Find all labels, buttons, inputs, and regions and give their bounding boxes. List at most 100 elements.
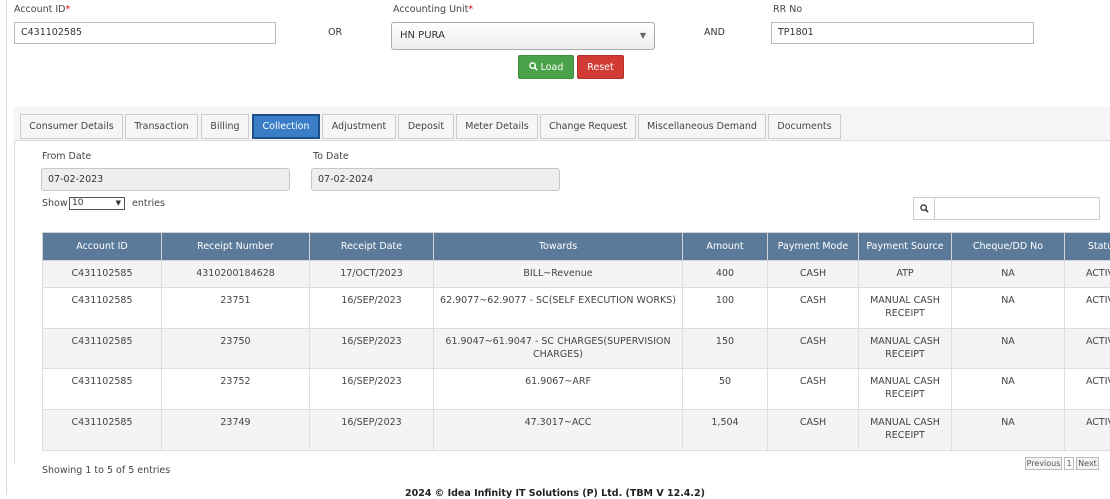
- table-cell: 23752: [162, 369, 310, 410]
- table-cell: C431102585: [43, 261, 162, 288]
- table-cell: 47.3017~ACC: [434, 410, 683, 451]
- column-header[interactable]: Cheque/DD No: [952, 233, 1065, 261]
- table-cell: NA: [952, 329, 1065, 369]
- table-row[interactable]: C431102585 4310200184628 17/OCT/2023 BIL…: [43, 261, 1110, 288]
- table-cell: 16/SEP/2023: [310, 369, 434, 410]
- table-cell: ACTIVE: [1065, 288, 1110, 329]
- table-row[interactable]: C431102585 23749 16/SEP/2023 47.3017~ACC…: [43, 410, 1110, 451]
- table-cell: 4310200184628: [162, 261, 310, 288]
- and-text: AND: [704, 27, 725, 38]
- column-header[interactable]: Receipt Date: [310, 233, 434, 261]
- table-cell: ACTIVE: [1065, 369, 1110, 410]
- tab-transaction[interactable]: Transaction: [125, 114, 198, 139]
- page-size-value: 10: [72, 198, 83, 208]
- table-cell: NA: [952, 288, 1065, 329]
- table-cell: 16/SEP/2023: [310, 329, 434, 369]
- table-cell: 100: [683, 288, 768, 329]
- tab-collection[interactable]: Collection: [252, 114, 320, 139]
- accounting-unit-select[interactable]: HN PURA ▼: [391, 22, 655, 50]
- table-cell: NA: [952, 369, 1065, 410]
- table-cell: 150: [683, 329, 768, 369]
- table-cell: C431102585: [43, 410, 162, 451]
- table-cell: 16/SEP/2023: [310, 410, 434, 451]
- dropdown-arrow-icon: ▼: [640, 23, 646, 49]
- table-cell: ACTIVE: [1065, 329, 1110, 369]
- table-cell: C431102585: [43, 369, 162, 410]
- table-search-input[interactable]: [913, 197, 1100, 220]
- table-cell: CASH: [768, 410, 859, 451]
- table-row[interactable]: C431102585 23751 16/SEP/2023 62.9077~62.…: [43, 288, 1110, 329]
- to-date-label: To Date: [313, 151, 349, 162]
- accounting-unit-label: Accounting Unit*: [393, 4, 473, 15]
- column-header[interactable]: Towards: [434, 233, 683, 261]
- load-button[interactable]: Load: [518, 55, 574, 79]
- tab-documents[interactable]: Documents: [768, 114, 841, 139]
- column-header[interactable]: Payment Mode: [768, 233, 859, 261]
- search-icon: [914, 198, 935, 219]
- table-cell: BILL~Revenue: [434, 261, 683, 288]
- table-cell: 62.9077~62.9077 - SC(SELF EXECUTION WORK…: [434, 288, 683, 329]
- table-cell: MANUAL CASH RECEIPT: [859, 369, 952, 410]
- from-date-label: From Date: [42, 151, 91, 162]
- entries-label: entries: [132, 198, 165, 209]
- table-cell: MANUAL CASH RECEIPT: [859, 410, 952, 451]
- tab-billing[interactable]: Billing: [201, 114, 249, 139]
- table-cell: 23750: [162, 329, 310, 369]
- column-header[interactable]: Amount: [683, 233, 768, 261]
- table-cell: CASH: [768, 329, 859, 369]
- table-cell: 1,504: [683, 410, 768, 451]
- table-cell: ACTIVE: [1065, 410, 1110, 451]
- table-cell: 16/SEP/2023: [310, 288, 434, 329]
- account-id-input[interactable]: C431102585: [14, 22, 276, 44]
- previous-page-button[interactable]: Previous: [1025, 457, 1062, 470]
- table-cell: 61.9067~ARF: [434, 369, 683, 410]
- tab-meter-details[interactable]: Meter Details: [456, 114, 538, 139]
- table-header-row: Account ID Receipt Number Receipt Date T…: [43, 233, 1110, 261]
- table-cell: C431102585: [43, 288, 162, 329]
- tab-change-request[interactable]: Change Request: [540, 114, 636, 139]
- table-cell: NA: [952, 410, 1065, 451]
- account-id-label: Account ID*: [14, 4, 70, 15]
- accounting-unit-value: HN PURA: [400, 30, 445, 41]
- table-cell: C431102585: [43, 329, 162, 369]
- page-size-select[interactable]: 10 ▼: [69, 197, 125, 210]
- page-1-button[interactable]: 1: [1064, 457, 1074, 470]
- footer-copyright: 2024 © Idea Infinity IT Solutions (P) Lt…: [0, 488, 1110, 499]
- table-info: Showing 1 to 5 of 5 entries: [42, 465, 170, 476]
- next-page-button[interactable]: Next: [1076, 457, 1099, 470]
- show-label: Show: [42, 198, 68, 209]
- reset-button[interactable]: Reset: [577, 55, 624, 79]
- column-header[interactable]: Status: [1065, 233, 1110, 261]
- collection-table: Account ID Receipt Number Receipt Date T…: [42, 232, 1110, 451]
- rr-no-input[interactable]: TP1801: [771, 22, 1034, 44]
- or-text: OR: [328, 27, 342, 38]
- from-date-input[interactable]: 07-02-2023: [41, 168, 290, 191]
- column-header[interactable]: Receipt Number: [162, 233, 310, 261]
- tab-deposit[interactable]: Deposit: [398, 114, 454, 139]
- left-border: [6, 0, 7, 495]
- table-cell: MANUAL CASH RECEIPT: [859, 329, 952, 369]
- column-header[interactable]: Payment Source: [859, 233, 952, 261]
- table-cell: 23751: [162, 288, 310, 329]
- to-date-input[interactable]: 07-02-2024: [311, 168, 560, 191]
- table-cell: MANUAL CASH RECEIPT: [859, 288, 952, 329]
- table-cell: 50: [683, 369, 768, 410]
- search-icon: [529, 62, 538, 71]
- table-cell: 61.9047~61.9047 - SC CHARGES(SUPERVISION…: [434, 329, 683, 369]
- tab-adjustment[interactable]: Adjustment: [322, 114, 396, 139]
- tab-consumer-details[interactable]: Consumer Details: [20, 114, 123, 139]
- column-header[interactable]: Account ID: [43, 233, 162, 261]
- table-cell: ATP: [859, 261, 952, 288]
- tab-miscellaneous-demand[interactable]: Miscellaneous Demand: [638, 114, 766, 139]
- table-cell: 17/OCT/2023: [310, 261, 434, 288]
- table-cell: 23749: [162, 410, 310, 451]
- rr-no-label: RR No: [773, 4, 802, 15]
- table-row[interactable]: C431102585 23750 16/SEP/2023 61.9047~61.…: [43, 329, 1110, 369]
- table-row[interactable]: C431102585 23752 16/SEP/2023 61.9067~ARF…: [43, 369, 1110, 410]
- table-cell: 400: [683, 261, 768, 288]
- load-label: Load: [541, 62, 564, 73]
- table-cell: ACTIVE: [1065, 261, 1110, 288]
- table-cell: CASH: [768, 261, 859, 288]
- table-cell: CASH: [768, 288, 859, 329]
- table-cell: CASH: [768, 369, 859, 410]
